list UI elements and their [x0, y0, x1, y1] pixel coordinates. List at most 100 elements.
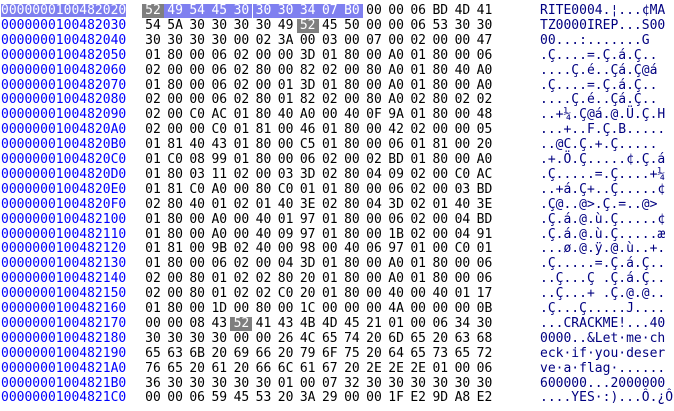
hex-byte[interactable]: 30	[230, 377, 252, 391]
hex-byte[interactable]: 63	[164, 347, 186, 361]
hex-byte[interactable]: 1D	[208, 302, 230, 316]
hex-byte[interactable]: E2	[474, 391, 496, 405]
hex-byte[interactable]: 02	[142, 93, 164, 107]
hex-byte[interactable]: 02	[363, 153, 385, 167]
hex-byte[interactable]: 02	[230, 64, 252, 78]
hex-byte[interactable]: 21	[363, 317, 385, 331]
hex-byte[interactable]: 02	[230, 49, 252, 63]
hex-byte[interactable]: 30	[186, 19, 208, 33]
hex-byte[interactable]: 30	[186, 377, 208, 391]
hex-byte[interactable]: 00	[363, 302, 385, 316]
hex-byte[interactable]: 00	[164, 108, 186, 122]
hex-byte[interactable]: 80	[429, 79, 451, 93]
hex-byte[interactable]: 00	[186, 302, 208, 316]
hex-byte[interactable]: 00	[230, 332, 252, 346]
hex-byte[interactable]: 20	[186, 362, 208, 376]
hex-byte[interactable]: 3E	[297, 198, 319, 212]
hex-byte[interactable]: 00	[385, 34, 407, 48]
hex-byte[interactable]: 4C	[297, 332, 319, 346]
hex-byte[interactable]: 80	[275, 272, 297, 286]
ascii-column[interactable]: ve·a·flag·......	[540, 362, 665, 375]
hex-byte[interactable]: A0	[474, 79, 496, 93]
hex-byte[interactable]: C0	[451, 242, 473, 256]
hex-byte[interactable]: 00	[451, 108, 473, 122]
hex-byte[interactable]: 00	[297, 377, 319, 391]
hex-byte[interactable]: 52	[142, 4, 164, 18]
hex-byte[interactable]: 02	[407, 183, 429, 197]
hex-byte[interactable]: 00	[451, 34, 473, 48]
hex-byte[interactable]: 00	[341, 34, 363, 48]
hex-byte[interactable]: 03	[186, 168, 208, 182]
hex-byte[interactable]: C0	[451, 168, 473, 182]
hex-byte[interactable]: 03	[275, 168, 297, 182]
hex-byte[interactable]: A0	[385, 272, 407, 286]
hex-byte[interactable]: 01	[429, 362, 451, 376]
ascii-column[interactable]: 0000..&Let·me·ch	[540, 332, 665, 345]
hex-byte[interactable]: A0	[297, 108, 319, 122]
hex-row[interactable]: 0000000100482180 30 30 30 30 00 00 26 4C 65 74 20 6D…	[0, 330, 674, 346]
hex-row[interactable]: 0000000100482080 02 00 00 06 02 80 01 82 02 00 80 A0…	[0, 91, 674, 107]
hex-byte[interactable]: 01	[319, 213, 341, 227]
ascii-column[interactable]: .Ç.....=.Ç....+¼	[540, 168, 665, 181]
hex-byte[interactable]: 00	[186, 228, 208, 242]
ascii-column[interactable]: TZ0000IREP...S00	[540, 19, 665, 32]
hex-byte[interactable]: 41	[253, 317, 275, 331]
hex-byte[interactable]: 80	[164, 257, 186, 271]
hex-byte[interactable]: 0F	[363, 108, 385, 122]
hex-byte[interactable]: 02	[253, 287, 275, 301]
hex-byte[interactable]: 07	[318, 4, 341, 18]
hex-byte[interactable]: 02	[407, 123, 429, 137]
hex-row[interactable]: 0000000100482050 01 80 00 06 02 00 00 3D 01 80 00 A0…	[0, 47, 674, 63]
hex-byte[interactable]: 81	[253, 123, 275, 137]
hex-byte[interactable]: 40	[451, 64, 473, 78]
hex-byte[interactable]: 81	[429, 138, 451, 152]
hex-byte[interactable]: A0	[474, 153, 496, 167]
hex-byte[interactable]: 00	[429, 242, 451, 256]
hex-byte[interactable]: 81	[164, 138, 186, 152]
hex-byte[interactable]: 30	[253, 19, 275, 33]
hex-byte[interactable]: 01	[319, 287, 341, 301]
hex-byte[interactable]: 06	[385, 213, 407, 227]
hex-byte[interactable]: 20	[297, 287, 319, 301]
hex-byte[interactable]: 08	[186, 153, 208, 167]
hex-byte[interactable]: 04	[363, 168, 385, 182]
hex-byte[interactable]: 40	[275, 198, 297, 212]
hex-byte[interactable]: 80	[164, 302, 186, 316]
hex-byte[interactable]: 4D	[451, 4, 473, 18]
hex-byte[interactable]: 69	[230, 347, 252, 361]
hex-byte[interactable]: 3A	[297, 391, 319, 405]
hex-byte[interactable]: 02	[230, 272, 252, 286]
hex-byte[interactable]: 00	[385, 4, 407, 18]
hex-byte[interactable]: 01	[253, 198, 275, 212]
hex-byte[interactable]: 80	[341, 272, 363, 286]
hex-byte[interactable]: 63	[451, 332, 473, 346]
hex-byte[interactable]: 30	[230, 19, 252, 33]
hex-byte[interactable]: 40	[341, 108, 363, 122]
hex-byte[interactable]: 30	[164, 332, 186, 346]
hex-byte[interactable]: 30	[164, 34, 186, 48]
hex-byte[interactable]: 01	[275, 93, 297, 107]
hex-byte[interactable]: 01	[208, 272, 230, 286]
hex-byte[interactable]: 01	[142, 168, 164, 182]
hex-byte[interactable]: 30	[474, 377, 496, 391]
hex-byte[interactable]: 02	[142, 123, 164, 137]
hex-byte[interactable]: 01	[407, 108, 429, 122]
hex-byte[interactable]: 48	[474, 108, 496, 122]
hex-byte[interactable]: 00	[429, 123, 451, 137]
hex-byte[interactable]: 00	[319, 108, 341, 122]
hex-byte[interactable]: 65	[451, 347, 473, 361]
hex-byte[interactable]: 00	[429, 183, 451, 197]
hex-byte[interactable]: 00	[164, 272, 186, 286]
hex-byte[interactable]: 30	[186, 332, 208, 346]
ascii-column[interactable]: ....Ç.é..Çá.Ç@á	[540, 64, 657, 77]
hex-byte[interactable]: 91	[474, 228, 496, 242]
hex-byte[interactable]: 00	[230, 34, 252, 48]
hex-byte[interactable]: 01	[385, 317, 407, 331]
hex-byte[interactable]: 40	[275, 108, 297, 122]
hex-byte[interactable]: 06	[208, 257, 230, 271]
hex-byte[interactable]: 80	[253, 153, 275, 167]
hex-byte[interactable]: 30	[164, 377, 186, 391]
hex-row[interactable]: 00000001004820F0 02 80 40 01 02 01 40 3E 02 80 04 3D…	[0, 196, 674, 212]
hex-byte[interactable]: 61	[297, 362, 319, 376]
hex-byte[interactable]: 11	[208, 168, 230, 182]
